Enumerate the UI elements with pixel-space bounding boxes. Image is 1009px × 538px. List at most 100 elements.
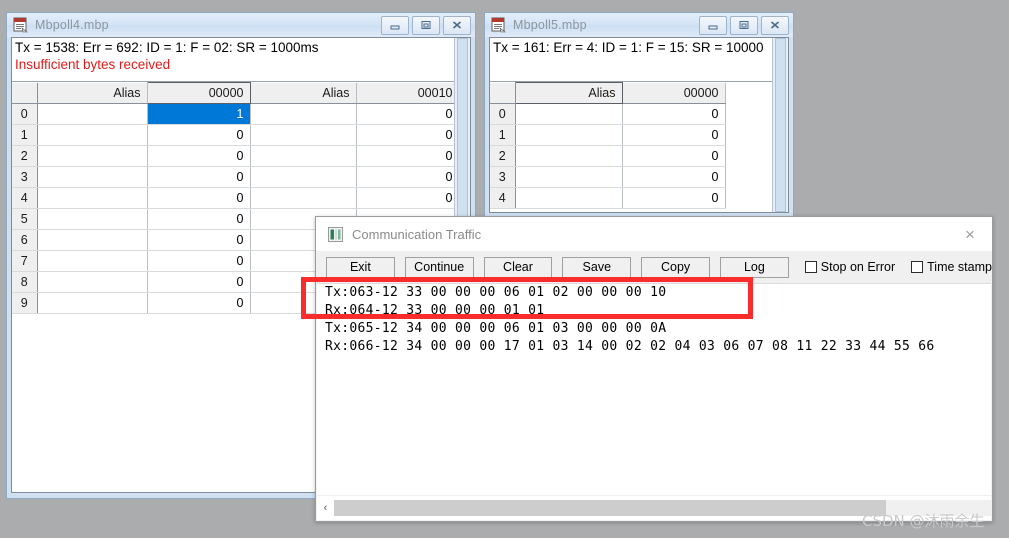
row-number: 4 bbox=[12, 187, 38, 209]
mbpoll4-status-block: Tx = 1538: Err = 692: ID = 1: F = 02: SR… bbox=[12, 38, 470, 73]
cell-value-00000[interactable]: 0 bbox=[622, 187, 726, 209]
grid-header-alias-1[interactable]: Alias bbox=[37, 82, 148, 104]
table-row[interactable]: 10 bbox=[490, 124, 726, 146]
table-row[interactable]: 3 0 0 bbox=[12, 166, 460, 188]
cell-alias-1[interactable] bbox=[515, 124, 623, 146]
cell-alias-1[interactable] bbox=[515, 103, 623, 125]
cell-value-00000[interactable]: 0 bbox=[147, 208, 251, 230]
cell-alias-2[interactable] bbox=[250, 145, 357, 167]
cell-alias-1[interactable] bbox=[37, 271, 148, 293]
cell-value-00000[interactable]: 0 bbox=[622, 166, 726, 188]
cell-value-00010[interactable]: 0 bbox=[356, 166, 460, 188]
cell-value-00000[interactable]: 0 bbox=[622, 103, 726, 125]
titlebar-mbpoll5[interactable]: Mbpoll5.mbp bbox=[485, 13, 793, 37]
cell-value-00000[interactable]: 0 bbox=[147, 229, 251, 251]
cell-alias-1[interactable] bbox=[37, 292, 148, 314]
cell-value-00000[interactable]: 0 bbox=[147, 250, 251, 272]
close-icon[interactable]: × bbox=[948, 218, 992, 251]
traffic-window-icon bbox=[328, 226, 343, 242]
cell-alias-1[interactable] bbox=[37, 103, 148, 125]
minimize-button-mbpoll4[interactable] bbox=[381, 15, 409, 35]
cell-value-00000[interactable]: 0 bbox=[147, 187, 251, 209]
cell-value-00010[interactable]: 0 bbox=[356, 187, 460, 209]
cell-value-00000[interactable]: 0 bbox=[147, 166, 251, 188]
cell-alias-1[interactable] bbox=[37, 166, 148, 188]
cell-alias-2[interactable] bbox=[250, 166, 357, 188]
table-row[interactable]: 1 0 0 bbox=[12, 124, 460, 146]
minimize-button-mbpoll5[interactable] bbox=[699, 15, 727, 35]
mdi-window-mbpoll5[interactable]: Mbpoll5.mbp Tx = 161: Err = 4: ID = 1: F… bbox=[484, 12, 794, 219]
cell-alias-2[interactable] bbox=[250, 124, 357, 146]
table-row[interactable]: 00 bbox=[490, 103, 726, 125]
grid-header-00010[interactable]: 00010 bbox=[356, 82, 460, 104]
exit-button[interactable]: Exit bbox=[326, 256, 395, 278]
row-number: 3 bbox=[12, 166, 38, 188]
row-number: 3 bbox=[490, 166, 516, 188]
table-row[interactable]: 0 1 0 bbox=[12, 103, 460, 125]
close-button-mbpoll5[interactable] bbox=[761, 15, 789, 35]
mbpoll4-status-line: Tx = 1538: Err = 692: ID = 1: F = 02: SR… bbox=[15, 40, 319, 55]
grid-header-00000[interactable]: 00000 bbox=[146, 82, 251, 104]
checkbox-box[interactable] bbox=[804, 261, 817, 273]
cell-value-00000[interactable]: 0 bbox=[147, 271, 251, 293]
cell-value-00010[interactable]: 0 bbox=[356, 145, 460, 167]
cell-alias-1[interactable] bbox=[515, 187, 623, 209]
cell-value-00010[interactable]: 0 bbox=[356, 103, 460, 125]
table-row[interactable]: 40 bbox=[490, 187, 726, 209]
restore-button-mbpoll5[interactable] bbox=[730, 15, 758, 35]
grid-header-00000[interactable]: 00000 bbox=[622, 82, 726, 104]
mbpoll5-client-area: Tx = 161: Err = 4: ID = 1: F = 15: SR = … bbox=[489, 37, 789, 213]
cell-value-00000[interactable]: 0 bbox=[147, 145, 251, 167]
cell-alias-1[interactable] bbox=[37, 124, 148, 146]
cell-value-00000[interactable]: 0 bbox=[147, 292, 251, 314]
copy-button[interactable]: Copy bbox=[641, 256, 710, 278]
row-number: 2 bbox=[490, 145, 516, 167]
table-row[interactable]: 2 0 0 bbox=[12, 145, 460, 167]
stop-on-error-label: Stop on Error bbox=[820, 260, 896, 274]
row-number: 8 bbox=[12, 271, 38, 293]
cell-alias-1[interactable] bbox=[37, 250, 148, 272]
cell-alias-1[interactable] bbox=[37, 229, 148, 251]
table-row[interactable]: 20 bbox=[490, 145, 726, 167]
continue-button[interactable]: Continue bbox=[404, 256, 474, 278]
table-row[interactable]: 30 bbox=[490, 166, 726, 188]
row-number: 4 bbox=[490, 187, 516, 209]
cell-value-00000[interactable]: 0 bbox=[147, 124, 251, 146]
cell-alias-1[interactable] bbox=[515, 166, 623, 188]
scrollbar-thumb[interactable] bbox=[334, 500, 886, 516]
cell-value-00000[interactable]: 0 bbox=[622, 124, 726, 146]
scroll-left-icon[interactable]: ‹ bbox=[317, 496, 334, 520]
checkbox-box[interactable] bbox=[911, 261, 924, 273]
log-button[interactable]: Log bbox=[719, 256, 789, 278]
document-window-icon bbox=[13, 17, 29, 33]
cell-value-00000[interactable]: 0 bbox=[622, 145, 726, 167]
scrollbar-thumb[interactable] bbox=[775, 38, 786, 212]
grid-header-row: Alias 00000 Alias 00010 bbox=[12, 82, 460, 104]
grid-header-alias-2[interactable]: Alias bbox=[250, 82, 357, 104]
mbpoll5-data-grid[interactable]: Alias 00000 0010203040 bbox=[490, 81, 788, 209]
save-button[interactable]: Save bbox=[562, 256, 632, 278]
cell-alias-2[interactable] bbox=[250, 187, 357, 209]
cell-value-00010[interactable]: 0 bbox=[356, 124, 460, 146]
cell-alias-1[interactable] bbox=[37, 187, 148, 209]
row-number: 6 bbox=[12, 229, 38, 251]
titlebar-mbpoll4[interactable]: Mbpoll4.mbp bbox=[7, 13, 475, 37]
watermark: CSDN @沐雨余生 bbox=[862, 512, 985, 530]
close-button-mbpoll4[interactable] bbox=[443, 15, 471, 35]
window-controls-mbpoll5 bbox=[699, 15, 791, 35]
cell-alias-2[interactable] bbox=[250, 103, 357, 125]
grid-header-alias-1[interactable]: Alias bbox=[514, 82, 623, 104]
communication-traffic-dialog[interactable]: Communication Traffic × Exit Continue Cl… bbox=[315, 216, 993, 522]
cell-value-00000[interactable]: 1 bbox=[147, 103, 251, 125]
dialog-titlebar[interactable]: Communication Traffic × bbox=[316, 217, 992, 251]
clear-button[interactable]: Clear bbox=[483, 256, 553, 278]
row-number: 0 bbox=[12, 103, 38, 125]
cell-alias-1[interactable] bbox=[37, 145, 148, 167]
stop-on-error-checkbox[interactable]: Stop on Error bbox=[804, 260, 896, 274]
restore-button-mbpoll4[interactable] bbox=[412, 15, 440, 35]
table-row[interactable]: 4 0 0 bbox=[12, 187, 460, 209]
time-stamp-checkbox[interactable]: Time stamp bbox=[911, 260, 992, 274]
cell-alias-1[interactable] bbox=[515, 145, 623, 167]
cell-alias-1[interactable] bbox=[37, 208, 148, 230]
mbpoll5-vertical-scrollbar[interactable] bbox=[772, 38, 788, 212]
